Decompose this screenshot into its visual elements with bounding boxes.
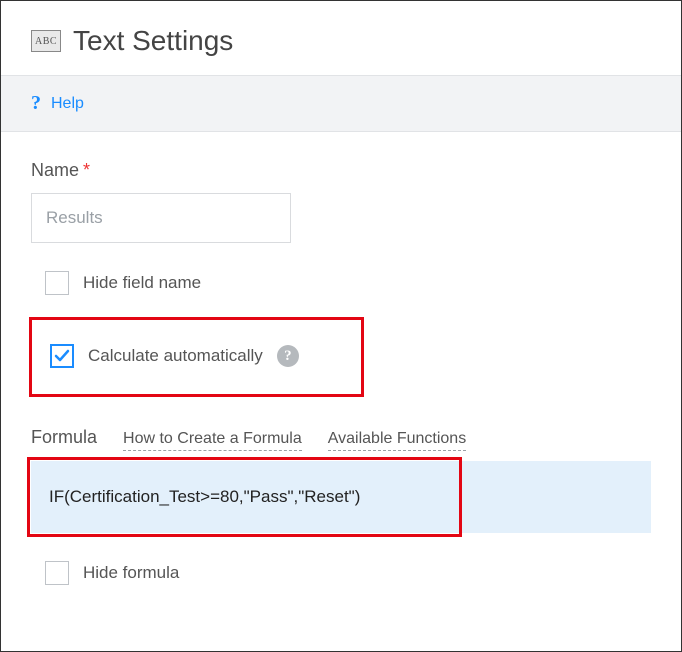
how-to-create-formula-link[interactable]: How to Create a Formula bbox=[123, 430, 302, 451]
required-mark: * bbox=[83, 160, 90, 180]
calc-auto-checkbox[interactable] bbox=[50, 344, 74, 368]
hide-formula-checkbox[interactable] bbox=[45, 561, 69, 585]
info-icon[interactable]: ? bbox=[277, 345, 299, 367]
page-header: ABC Text Settings bbox=[1, 1, 681, 75]
name-input[interactable] bbox=[31, 193, 291, 243]
help-bar: ? Help bbox=[1, 75, 681, 132]
hide-field-name-label: Hide field name bbox=[83, 273, 201, 293]
calc-auto-highlight: Calculate automatically ? bbox=[29, 317, 364, 397]
page-title: Text Settings bbox=[73, 25, 233, 57]
help-icon: ? bbox=[31, 92, 41, 115]
formula-label: Formula bbox=[31, 427, 97, 448]
formula-input[interactable] bbox=[31, 461, 651, 533]
calc-auto-label: Calculate automatically bbox=[88, 346, 263, 366]
available-functions-link[interactable]: Available Functions bbox=[328, 430, 466, 451]
help-link[interactable]: Help bbox=[51, 95, 84, 113]
hide-field-name-checkbox[interactable] bbox=[45, 271, 69, 295]
text-field-icon: ABC bbox=[31, 30, 61, 52]
hide-formula-label: Hide formula bbox=[83, 563, 179, 583]
name-label: Name* bbox=[31, 160, 651, 181]
